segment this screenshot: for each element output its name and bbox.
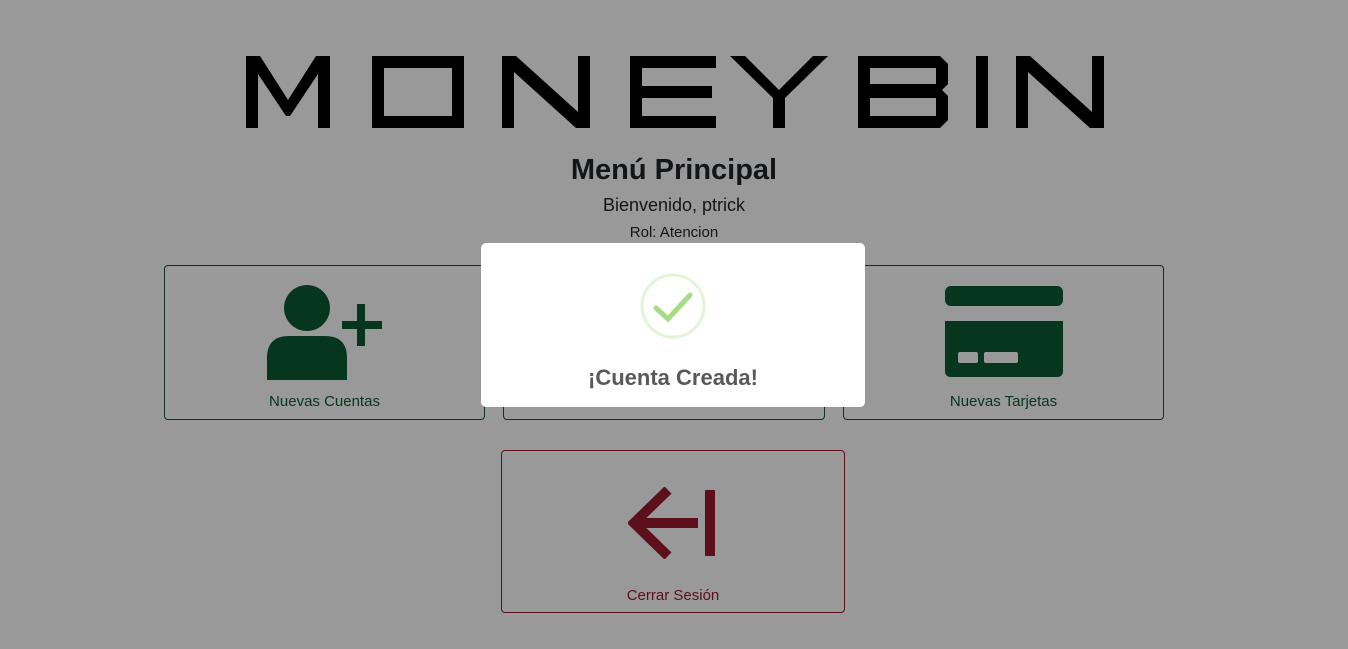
success-check-icon [640,273,706,339]
dialog-title: ¡Cuenta Creada! [588,365,758,390]
success-dialog: ¡Cuenta Creada! [481,243,865,407]
